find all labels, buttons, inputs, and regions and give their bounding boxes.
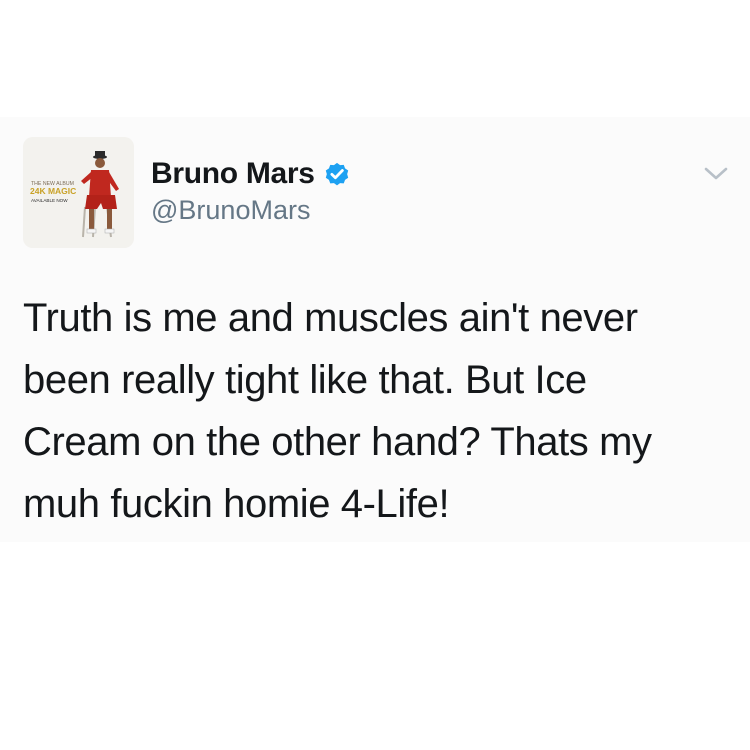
verified-badge-icon [325, 162, 348, 186]
tweet-card: THE NEW ALBUM 24K MAGIC AVAILABLE NOW Br… [0, 117, 750, 542]
avatar[interactable]: THE NEW ALBUM 24K MAGIC AVAILABLE NOW [23, 137, 134, 248]
tweet-text: Truth is me and muscles ain't never been… [23, 296, 652, 526]
album-promo-title: 24K MAGIC [30, 186, 76, 196]
author-name-row[interactable]: Bruno Mars [151, 154, 351, 194]
chevron-down-icon[interactable] [703, 163, 729, 183]
album-art-image: THE NEW ALBUM 24K MAGIC AVAILABLE NOW [23, 137, 134, 248]
display-name[interactable]: Bruno Mars [151, 157, 315, 191]
user-handle[interactable]: @BrunoMars [151, 195, 310, 226]
album-promo-line3: AVAILABLE NOW [31, 198, 68, 203]
